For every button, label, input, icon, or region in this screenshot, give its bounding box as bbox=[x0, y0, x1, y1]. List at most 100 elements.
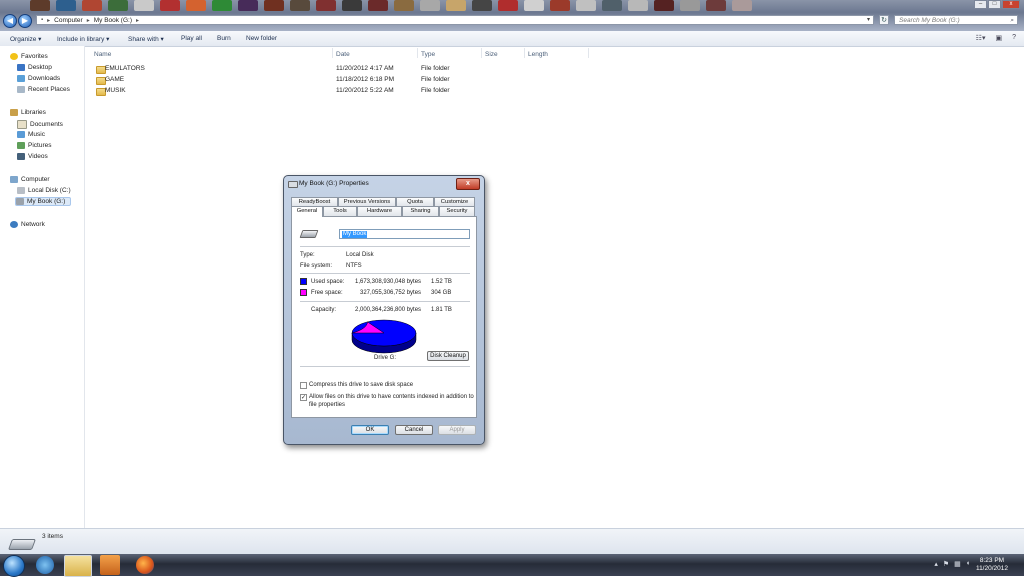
compress-checkbox[interactable] bbox=[300, 382, 307, 389]
index-label-line1: Allow files on this drive to have conten… bbox=[309, 394, 474, 400]
new-folder-button[interactable]: New folder bbox=[246, 35, 277, 42]
nav-network-label: Network bbox=[21, 221, 45, 228]
start-button[interactable] bbox=[3, 555, 25, 577]
window-controls: – □ x bbox=[974, 0, 1020, 9]
arrow-left-icon: ◀ bbox=[6, 16, 14, 25]
nav-libraries[interactable]: Libraries bbox=[10, 109, 46, 116]
tab-tools[interactable]: Tools bbox=[323, 206, 357, 216]
table-row[interactable]: MUSIK 11/20/2012 5:22 AM File folder bbox=[94, 86, 574, 96]
media-player-icon[interactable] bbox=[100, 555, 120, 575]
drive-name-input[interactable]: My Book bbox=[339, 229, 470, 239]
nav-my-book[interactable]: My Book (G:) bbox=[15, 197, 72, 206]
back-button[interactable]: ◀ bbox=[3, 14, 17, 28]
hard-drive-icon bbox=[299, 230, 319, 238]
nav-documents[interactable]: Documents bbox=[17, 120, 63, 129]
column-divider[interactable] bbox=[481, 48, 482, 58]
internet-explorer-icon[interactable] bbox=[36, 556, 54, 574]
volume-icon[interactable]: ◖ bbox=[966, 560, 970, 568]
cancel-button[interactable]: Cancel bbox=[395, 425, 433, 435]
preview-pane-icon[interactable]: ▣ bbox=[995, 34, 1002, 42]
nav-recent-places[interactable]: Recent Places bbox=[17, 86, 70, 93]
tab-customize[interactable]: Customize bbox=[434, 197, 475, 206]
tab-previous-versions[interactable]: Previous Versions bbox=[338, 197, 396, 206]
clock[interactable]: 8:23 PM 11/20/2012 bbox=[976, 557, 1008, 573]
column-header-type[interactable]: Type bbox=[421, 51, 435, 58]
nav-local-disk[interactable]: Local Disk (C:) bbox=[17, 187, 71, 194]
tab-hardware[interactable]: Hardware bbox=[357, 206, 402, 216]
used-space-bytes: 1,673,308,930,048 bytes bbox=[355, 279, 422, 285]
organize-button[interactable]: Organize ▾ bbox=[10, 35, 41, 43]
nav-videos[interactable]: Videos bbox=[17, 153, 48, 160]
chevron-right-icon[interactable]: ▸ bbox=[87, 17, 90, 24]
chevron-right-icon[interactable]: ▸ bbox=[136, 17, 139, 24]
help-icon[interactable]: ? bbox=[1012, 34, 1016, 42]
minimize-button[interactable]: – bbox=[974, 0, 987, 9]
system-tray: ▴ ⚑ ▦ ◖ bbox=[934, 560, 970, 568]
column-divider[interactable] bbox=[524, 48, 525, 58]
libraries-icon bbox=[10, 109, 18, 116]
column-divider[interactable] bbox=[332, 48, 333, 58]
column-divider[interactable] bbox=[417, 48, 418, 58]
file-type: File folder bbox=[421, 87, 450, 94]
nav-computer[interactable]: Computer bbox=[10, 176, 50, 183]
nav-desktop[interactable]: Desktop bbox=[17, 64, 52, 71]
column-header-name[interactable]: Name bbox=[94, 51, 111, 58]
nav-recent-places-label: Recent Places bbox=[28, 86, 70, 93]
ok-button[interactable]: OK bbox=[351, 425, 389, 435]
flag-icon[interactable]: ⚑ bbox=[943, 560, 949, 568]
table-row[interactable]: GAME 11/18/2012 6:18 PM File folder bbox=[94, 75, 574, 85]
nav-music[interactable]: Music bbox=[17, 131, 45, 138]
column-divider[interactable] bbox=[588, 48, 589, 58]
column-header-date[interactable]: Date bbox=[336, 51, 350, 58]
column-header-length[interactable]: Length bbox=[528, 51, 548, 58]
star-icon bbox=[10, 53, 18, 60]
nav-local-disk-label: Local Disk (C:) bbox=[28, 187, 71, 194]
tab-sharing[interactable]: Sharing bbox=[402, 206, 439, 216]
chevron-down-icon[interactable]: ▾ bbox=[867, 16, 870, 23]
tab-readyboost[interactable]: ReadyBoost bbox=[291, 197, 338, 206]
type-label: Type: bbox=[300, 252, 315, 258]
refresh-button[interactable]: ↻ bbox=[879, 15, 889, 25]
search-icon[interactable]: ⌕ bbox=[1010, 16, 1014, 25]
nav-favorites[interactable]: Favorites bbox=[10, 53, 48, 60]
include-in-library-button[interactable]: Include in library ▾ bbox=[57, 35, 109, 43]
forward-button[interactable]: ▶ bbox=[18, 14, 32, 28]
burn-button[interactable]: Burn bbox=[217, 35, 231, 42]
dialog-title: My Book (G:) Properties bbox=[299, 180, 369, 187]
breadcrumb-computer[interactable]: Computer bbox=[54, 17, 83, 24]
table-row[interactable]: EMULATORS 11/20/2012 4:17 AM File folder bbox=[94, 64, 574, 74]
maximize-button[interactable]: □ bbox=[988, 0, 1001, 9]
tab-general[interactable]: General bbox=[291, 206, 323, 217]
chevron-up-icon[interactable]: ▴ bbox=[934, 560, 938, 568]
column-header-size[interactable]: Size bbox=[485, 51, 498, 58]
computer-icon bbox=[10, 176, 18, 183]
file-date: 11/20/2012 4:17 AM bbox=[336, 65, 394, 72]
address-bar[interactable]: ▪ ▸ Computer ▸ My Book (G:) ▸ ▾ bbox=[36, 15, 874, 25]
tab-security[interactable]: Security bbox=[439, 206, 475, 216]
nav-documents-label: Documents bbox=[30, 121, 63, 128]
desktop-icon bbox=[17, 64, 25, 71]
disk-cleanup-button[interactable]: Disk Cleanup bbox=[427, 351, 469, 361]
explorer-taskbar-icon[interactable] bbox=[64, 555, 92, 577]
search-input[interactable]: Search My Book (G:) ⌕ bbox=[894, 15, 1018, 25]
apply-button[interactable]: Apply bbox=[438, 425, 476, 435]
disk-usage-pie bbox=[351, 319, 417, 354]
play-all-button[interactable]: Play all bbox=[181, 35, 202, 42]
network-icon[interactable]: ▦ bbox=[954, 560, 961, 568]
nav-downloads[interactable]: Downloads bbox=[17, 75, 60, 82]
status-bar: 3 items bbox=[0, 528, 1024, 555]
firefox-icon[interactable] bbox=[136, 556, 154, 574]
nav-favorites-label: Favorites bbox=[21, 53, 48, 60]
dialog-close-button[interactable]: x bbox=[456, 178, 480, 190]
search-placeholder: Search My Book (G:) bbox=[899, 17, 960, 24]
index-checkbox[interactable]: ✓ bbox=[300, 394, 307, 401]
file-date: 11/18/2012 6:18 PM bbox=[336, 76, 395, 83]
breadcrumb-my-book[interactable]: My Book (G:) bbox=[94, 17, 132, 24]
nav-pictures[interactable]: Pictures bbox=[17, 142, 51, 149]
share-with-button[interactable]: Share with ▾ bbox=[128, 35, 164, 43]
tab-quota[interactable]: Quota bbox=[396, 197, 434, 206]
nav-network[interactable]: Network bbox=[10, 221, 45, 228]
view-options-icon[interactable]: ☷▾ bbox=[976, 34, 986, 42]
close-button[interactable]: x bbox=[1002, 0, 1020, 9]
capacity-bytes: 2,000,364,236,800 bytes bbox=[355, 307, 422, 313]
